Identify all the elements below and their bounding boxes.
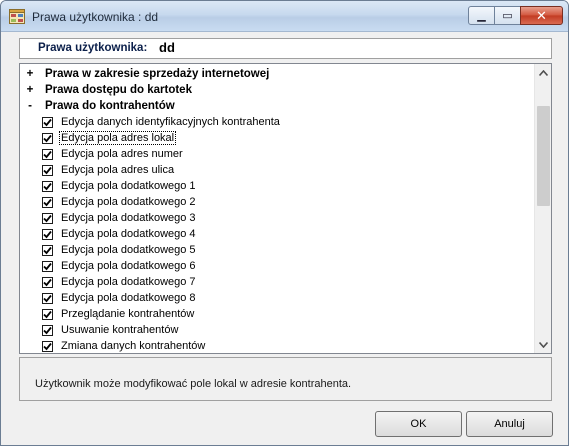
permission-item[interactable]: Usuwanie kontrahentów	[20, 323, 534, 339]
permission-checkbox[interactable]	[42, 181, 53, 192]
description-panel: Użytkownik może modyfikować pole lokal w…	[19, 357, 552, 401]
permission-label: Edycja pola dodatkowego 3	[61, 212, 196, 224]
permission-checkbox[interactable]	[42, 213, 53, 224]
checkmark-icon	[43, 166, 52, 175]
ok-button[interactable]: OK	[375, 411, 462, 437]
checkmark-icon	[43, 310, 52, 319]
minimize-button[interactable]: ▁	[468, 6, 495, 25]
maximize-icon: ▭	[502, 10, 513, 22]
permission-checkbox[interactable]	[42, 133, 53, 144]
user-header-panel: Prawa użytkownika: dd	[19, 38, 552, 59]
checkmark-icon	[43, 278, 52, 287]
permission-checkbox[interactable]	[42, 197, 53, 208]
window-controls: ▁ ▭ ✕	[468, 6, 563, 25]
user-label: Prawa użytkownika:	[38, 42, 148, 54]
expand-icon[interactable]: +	[25, 84, 35, 96]
cancel-button[interactable]: Anuluj	[466, 411, 553, 437]
permission-label: Przeglądanie kontrahentów	[61, 308, 195, 320]
permission-checkbox[interactable]	[42, 261, 53, 272]
permission-checkbox[interactable]	[42, 245, 53, 256]
checkmark-icon	[43, 262, 52, 271]
tree-group-label: Prawa do kontrahentów	[45, 100, 175, 112]
permission-label: Edycja pola dodatkowego 8	[61, 292, 196, 304]
chevron-up-icon	[539, 69, 548, 76]
scroll-up-button[interactable]	[535, 64, 551, 81]
permission-label: Edycja pola dodatkowego 7	[61, 276, 196, 288]
permission-checkbox[interactable]	[42, 309, 53, 320]
permission-item[interactable]: Edycja pola adres ulica	[20, 163, 534, 179]
permission-label: Edycja pola dodatkowego 4	[61, 228, 196, 240]
description-text: Użytkownik może modyfikować pole lokal w…	[35, 378, 352, 390]
permission-label: Edycja pola adres numer	[61, 148, 183, 160]
permission-item[interactable]: Edycja pola dodatkowego 2	[20, 195, 534, 211]
permission-item[interactable]: Zmiana danych kontrahentów	[20, 339, 534, 353]
checkmark-icon	[43, 214, 52, 223]
permissions-tree[interactable]: + Prawa w zakresie sprzedaży internetowej…	[19, 63, 552, 354]
permission-label: Edycja pola adres ulica	[61, 164, 175, 176]
permission-checkbox[interactable]	[42, 277, 53, 288]
tree-group[interactable]: + Prawa w zakresie sprzedaży internetowej	[20, 67, 534, 83]
checkmark-icon	[43, 134, 52, 143]
checkmark-icon	[43, 230, 52, 239]
chevron-down-icon	[539, 341, 548, 348]
permission-label: Edycja pola dodatkowego 5	[61, 244, 196, 256]
permission-checkbox[interactable]	[42, 229, 53, 240]
permission-item[interactable]: Edycja pola dodatkowego 8	[20, 291, 534, 307]
permission-checkbox[interactable]	[42, 293, 53, 304]
close-icon: ✕	[536, 7, 547, 23]
permission-item[interactable]: Edycja pola dodatkowego 5	[20, 243, 534, 259]
checkmark-icon	[43, 150, 52, 159]
scroll-down-button[interactable]	[535, 336, 551, 353]
permission-label: Zmiana danych kontrahentów	[61, 340, 206, 352]
permission-label: Edycja pola dodatkowego 2	[61, 196, 196, 208]
minimize-icon: ▁	[477, 10, 486, 22]
tree-group[interactable]: + Prawa dostępu do kartotek	[20, 83, 534, 99]
window-title: Prawa użytkownika : dd	[32, 10, 159, 24]
permission-label: Edycja pola adres lokal	[59, 131, 177, 145]
checkmark-icon	[43, 182, 52, 191]
close-button[interactable]: ✕	[520, 6, 563, 25]
permission-item[interactable]: Przeglądanie kontrahentów	[20, 307, 534, 323]
tree-group-label: Prawa dostępu do kartotek	[45, 84, 192, 96]
checkmark-icon	[43, 118, 52, 127]
collapse-icon[interactable]: -	[25, 100, 35, 112]
permission-item[interactable]: Edycja pola adres lokal	[20, 131, 534, 147]
tree-group-label: Prawa w zakresie sprzedaży internetowej	[45, 68, 270, 80]
permission-checkbox[interactable]	[42, 165, 53, 176]
checkmark-icon	[43, 198, 52, 207]
checkmark-icon	[43, 342, 52, 351]
permission-item[interactable]: Edycja pola dodatkowego 7	[20, 275, 534, 291]
dialog-window: Prawa użytkownika : dd ▁ ▭ ✕ Prawa użytk…	[0, 0, 569, 446]
permission-checkbox[interactable]	[42, 117, 53, 128]
permission-label: Edycja pola dodatkowego 1	[61, 180, 196, 192]
scroll-thumb[interactable]	[537, 106, 550, 206]
permission-item[interactable]: Edycja pola dodatkowego 4	[20, 227, 534, 243]
permission-item[interactable]: Edycja pola dodatkowego 1	[20, 179, 534, 195]
permissions-list: + Prawa w zakresie sprzedaży internetowej…	[20, 64, 534, 353]
permission-item[interactable]: Edycja pola dodatkowego 6	[20, 259, 534, 275]
permission-label: Edycja danych identyfikacyjnych kontrahe…	[61, 116, 280, 128]
permission-item[interactable]: Edycja pola dodatkowego 3	[20, 211, 534, 227]
checkmark-icon	[43, 246, 52, 255]
permission-checkbox[interactable]	[42, 325, 53, 336]
permission-label: Usuwanie kontrahentów	[61, 324, 179, 336]
checkmark-icon	[43, 326, 52, 335]
title-bar[interactable]: Prawa użytkownika : dd ▁ ▭ ✕	[1, 1, 568, 32]
user-name: dd	[159, 40, 175, 55]
tree-group[interactable]: - Prawa do kontrahentów	[20, 99, 534, 115]
checkmark-icon	[43, 294, 52, 303]
permission-checkbox[interactable]	[42, 149, 53, 160]
permission-item[interactable]: Edycja pola adres numer	[20, 147, 534, 163]
permission-item[interactable]: Edycja danych identyfikacyjnych kontrahe…	[20, 115, 534, 131]
permission-label: Edycja pola dodatkowego 6	[61, 260, 196, 272]
expand-icon[interactable]: +	[25, 68, 35, 80]
maximize-button[interactable]: ▭	[494, 6, 521, 25]
vertical-scrollbar[interactable]	[534, 64, 551, 353]
app-icon	[9, 9, 25, 24]
permission-checkbox[interactable]	[42, 341, 53, 352]
